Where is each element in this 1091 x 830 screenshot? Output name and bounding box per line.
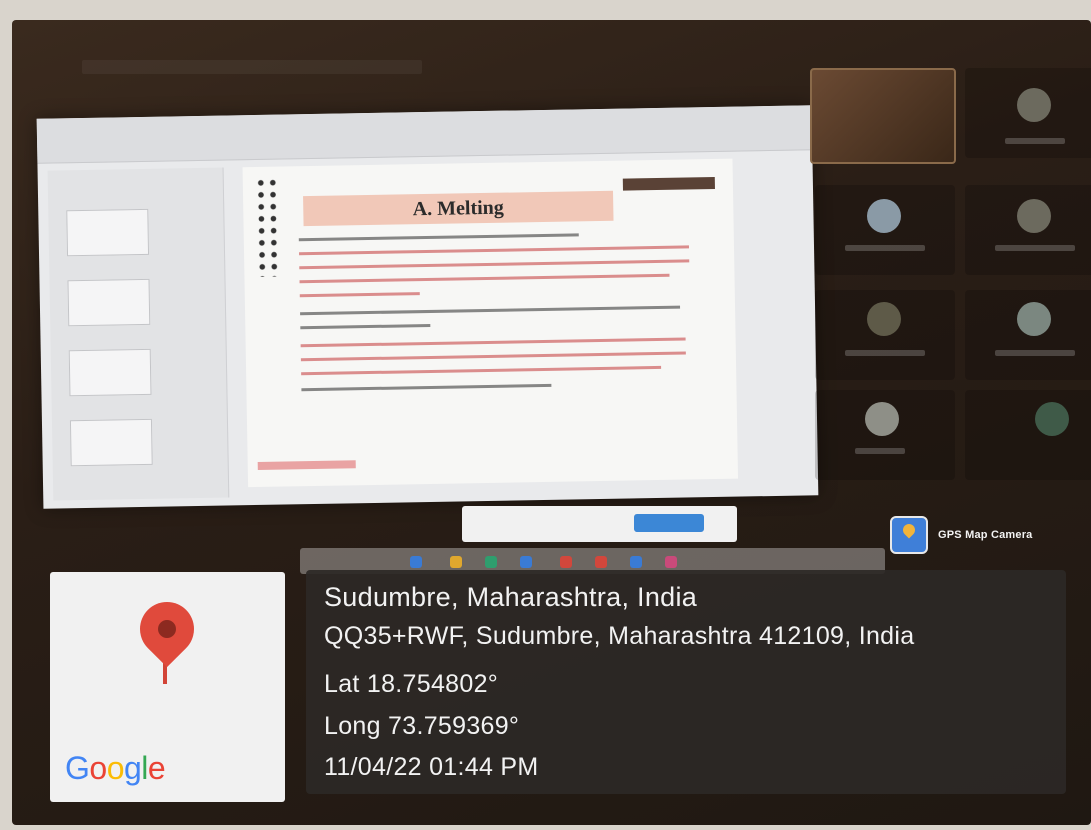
google-logo-letter: e: [147, 750, 166, 786]
slide-text-line: [298, 233, 579, 242]
capture-datetime: 11/04/22 01:44 PM: [324, 753, 539, 781]
participant-tile[interactable]: [815, 185, 955, 275]
slide-thumbnail[interactable]: [66, 208, 150, 257]
slide-thumbnail[interactable]: [67, 278, 151, 327]
slide-thumbnails-panel: [47, 167, 230, 501]
slide-thumbnail[interactable]: [68, 348, 152, 397]
slide-decoration-dots: [254, 176, 283, 277]
slide-thumbnail[interactable]: [69, 418, 153, 467]
participant-name: [845, 245, 925, 251]
participant-name: [845, 350, 925, 356]
google-logo: Google: [65, 750, 166, 787]
slide-text-line: [301, 383, 552, 392]
participant-name: [995, 245, 1075, 251]
participant-avatar: [1035, 402, 1069, 436]
location-address: QQ35+RWF, Sudumbre, Maharashtra 412109, …: [324, 622, 915, 650]
participant-tile[interactable]: [965, 290, 1091, 380]
location-title: Sudumbre, Maharashtra, India: [324, 582, 698, 612]
participant-avatar: [1017, 302, 1051, 336]
participant-avatar: [1017, 88, 1051, 122]
latitude-value: Lat 18.754802°: [324, 670, 499, 698]
slide-text-line: [300, 337, 686, 348]
current-slide: A. Melting: [242, 158, 739, 488]
meeting-top-bar: [82, 60, 422, 74]
gps-map-camera-icon: [890, 516, 928, 554]
screen-sharing-bar: [462, 506, 737, 542]
participant-tile[interactable]: [965, 68, 1091, 158]
slide-decoration-bar: [622, 176, 715, 191]
slide-text-line: [300, 351, 686, 362]
taskbar-app-icon[interactable]: [595, 556, 607, 568]
participant-name: [995, 350, 1075, 356]
longitude-value: Long 73.759369°: [324, 712, 520, 740]
participant-avatar: [867, 199, 901, 233]
participant-tile[interactable]: [815, 290, 955, 380]
google-logo-letter: o: [89, 750, 107, 786]
taskbar-app-icon[interactable]: [560, 556, 572, 568]
slide-text-line: [300, 305, 681, 316]
participant-avatar: [1017, 199, 1051, 233]
slide-text-line: [301, 365, 662, 376]
taskbar-app-icon[interactable]: [630, 556, 642, 568]
slide-text-line: [299, 273, 670, 284]
slide-footer-mark: [257, 460, 356, 470]
location-info-card: Sudumbre, Maharashtra, India QQ35+RWF, S…: [306, 570, 1066, 794]
taskbar-app-icon[interactable]: [520, 556, 532, 568]
google-logo-letter: o: [106, 750, 125, 786]
slide-text-line: [299, 259, 690, 270]
gps-map-camera-brand: GPS Map Camera: [890, 516, 1070, 554]
taskbar-app-icon[interactable]: [450, 556, 462, 568]
taskbar-app-icon[interactable]: [665, 556, 677, 568]
slide-title: A. Melting: [303, 190, 614, 227]
gps-map-camera-label: GPS Map Camera: [938, 529, 1033, 541]
participant-name: [855, 448, 905, 454]
slide-text-line: [299, 245, 690, 256]
participant-tile[interactable]: [965, 390, 1091, 480]
participant-avatar: [867, 302, 901, 336]
stop-sharing-button[interactable]: [634, 514, 704, 532]
participant-name: [1005, 138, 1065, 144]
map-pin-icon: [128, 590, 206, 668]
shared-screen: A. Melting: [36, 105, 819, 509]
google-logo-letter: g: [123, 750, 142, 786]
map-thumbnail: Google: [50, 572, 285, 802]
taskbar-app-icon[interactable]: [485, 556, 497, 568]
participant-tile[interactable]: [965, 185, 1091, 275]
google-logo-letter: l: [141, 750, 148, 786]
taskbar-app-icon[interactable]: [410, 556, 422, 568]
participant-avatar: [865, 402, 899, 436]
participant-tile[interactable]: [815, 390, 955, 480]
google-logo-letter: G: [65, 750, 90, 786]
participant-tile-self[interactable]: [810, 68, 956, 164]
slide-text-line: [300, 323, 431, 330]
slide-text-line: [299, 292, 420, 298]
